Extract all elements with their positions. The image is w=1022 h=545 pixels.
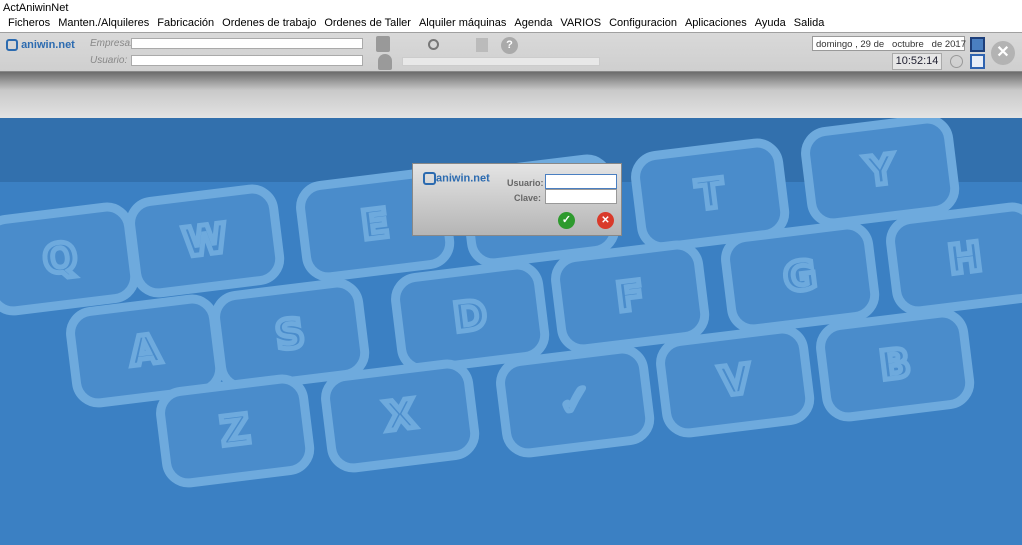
key-label: V [717, 356, 753, 405]
menu-item[interactable]: Manten./Alquileres [54, 15, 153, 32]
key-label: Q [40, 234, 79, 284]
usuario-input[interactable] [131, 55, 363, 66]
menu-item[interactable]: Aplicaciones [681, 15, 751, 32]
key: ✓ [496, 344, 655, 458]
key-label: S [273, 310, 307, 359]
menu-item[interactable]: Fabricación [153, 15, 218, 32]
progress-bar [402, 57, 600, 66]
key: G [721, 220, 880, 334]
toolbar: aniwin.net Empresa: Usuario: ? domingo ,… [0, 32, 1022, 72]
close-button[interactable]: ✕ [991, 41, 1015, 65]
menu-item[interactable]: Agenda [510, 15, 556, 32]
key-label: X [382, 391, 418, 440]
header-band [0, 72, 1022, 118]
key-label: A [127, 326, 163, 375]
window-title: ActAniwinNet [0, 0, 1022, 15]
clave-label: Clave: [514, 193, 542, 203]
document-add-icon[interactable] [476, 38, 488, 52]
refresh-icon[interactable] [428, 39, 439, 50]
chevron-down-icon: ⌄ [953, 39, 961, 50]
empresa-input[interactable] [131, 38, 363, 49]
key: W [126, 184, 285, 298]
key: F [551, 240, 710, 354]
menu-item[interactable]: Configuracion [605, 15, 681, 32]
minimize-button[interactable] [970, 37, 985, 52]
key-label: F [614, 272, 647, 321]
accept-button[interactable]: ✓ [558, 212, 575, 229]
menu-item[interactable]: Ordenes de Taller [320, 15, 415, 32]
key-label: ✓ [556, 376, 595, 426]
empresa-label: Empresa: [90, 38, 133, 49]
login-usuario-input[interactable] [545, 174, 617, 189]
clock-icon [950, 55, 963, 68]
key: Q [0, 202, 140, 316]
menu-item[interactable]: Ordenes de trabajo [218, 15, 320, 32]
help-icon[interactable]: ? [501, 37, 518, 54]
menu-item[interactable]: Ficheros [4, 15, 54, 32]
key: H [886, 202, 1022, 316]
cancel-button[interactable]: ✕ [597, 212, 614, 229]
usuario-label: Usuario: [507, 178, 544, 188]
clock-display: 10:52:14 [892, 53, 942, 70]
key: Y [801, 118, 960, 228]
key: X [321, 359, 480, 473]
user-icon[interactable] [378, 54, 392, 70]
menu-item[interactable]: Alquiler máquinas [415, 15, 510, 32]
dialog-logo: aniwin.net [423, 172, 490, 185]
menu-bar: Ficheros Manten./Alquileres Fabricación Ord… [0, 15, 1022, 32]
usuario-label: Usuario: [90, 55, 128, 66]
key-label: G [781, 252, 819, 302]
date-picker[interactable]: domingo , 29 de octubre de 2017 ⌄ [812, 36, 966, 51]
key-label: Z [218, 406, 252, 455]
key-label: D [451, 292, 490, 342]
key-label: W [180, 215, 229, 266]
key: V [656, 324, 815, 438]
login-dialog: aniwin.net Usuario: Clave: ✓ ✕ [412, 163, 622, 236]
database-icon[interactable] [376, 36, 390, 52]
app-logo: aniwin.net [6, 39, 75, 52]
menu-item[interactable]: Ayuda [751, 15, 790, 32]
menu-item[interactable]: Salida [790, 15, 829, 32]
key-label: H [946, 234, 985, 284]
menu-item[interactable]: VARIOS [556, 15, 605, 32]
key: D [391, 260, 550, 374]
key: Z [156, 374, 315, 488]
restore-button[interactable] [970, 54, 985, 69]
login-clave-input[interactable] [545, 189, 617, 204]
key: B [816, 308, 975, 422]
key-label: E [359, 200, 392, 249]
key-label: B [877, 340, 913, 389]
